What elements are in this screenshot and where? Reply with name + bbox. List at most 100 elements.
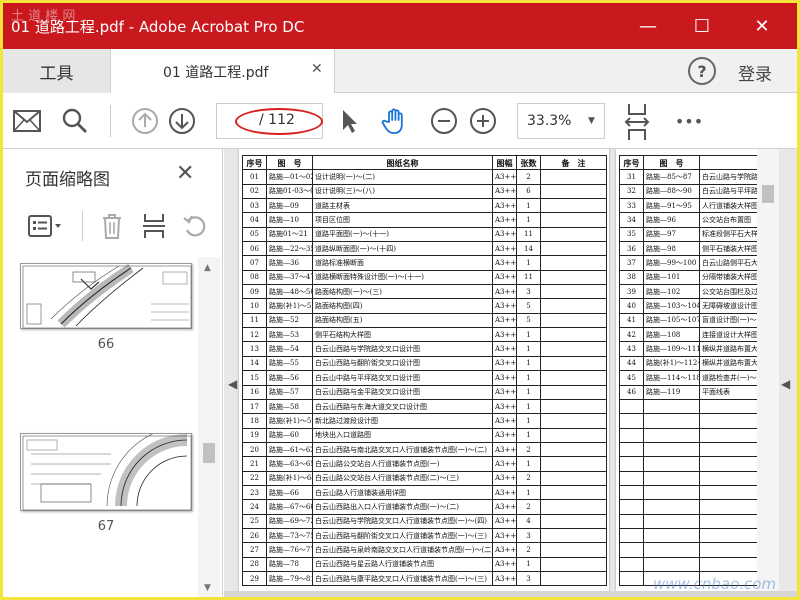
table-cell: 路施—97 [643, 226, 700, 243]
table-cell: 路面结构图(四) [312, 298, 493, 314]
zoom-out-icon[interactable] [428, 105, 460, 137]
table-cell: 路面结构图(五) [312, 312, 493, 329]
scrollbar-thumb[interactable] [203, 443, 215, 463]
site-watermark: www.cnbao.com [653, 575, 777, 593]
table-cell: 3 [516, 527, 541, 544]
maximize-button[interactable]: ☐ [675, 3, 729, 49]
table-cell: 路施—98 [643, 241, 700, 257]
table-cell [619, 441, 644, 458]
help-icon[interactable]: ? [688, 57, 716, 85]
table-row: 07 路施—36 道路标准横断面 A3++ 1 [242, 255, 607, 271]
table-cell [619, 456, 644, 472]
thumbnail-options-icon[interactable] [25, 211, 67, 241]
table-cell: 1 [516, 427, 541, 443]
table-cell [540, 456, 607, 472]
table-row: 40路施—103～104无障碍坡道设计图(一) [619, 298, 757, 314]
table-cell: 路施—102 [643, 284, 700, 300]
table-cell: 1 [516, 355, 541, 372]
table-cell [619, 499, 644, 515]
table-row: 28 路施—78 白云山西路与星云路人行道铺装节点图 A3++ 1 [242, 556, 607, 572]
table-cell: 28 [242, 556, 267, 572]
page-thumbnail[interactable] [20, 425, 192, 511]
more-tools-button[interactable]: ••• [673, 105, 705, 137]
document-scrollbar[interactable] [757, 149, 779, 597]
table-cell: 白云山西路与学院路交叉口设计图 [312, 341, 493, 357]
close-window-button[interactable]: ✕ [735, 3, 789, 49]
table-row: 27 路施—76～77 白云山西路与泉岭南路交叉口人行道铺装节点图(一)～(二) A3… [242, 542, 607, 558]
col-header: 图纸名称 [312, 154, 493, 171]
delete-page-icon[interactable] [95, 211, 129, 241]
col-header: 图幅 [492, 154, 517, 171]
table-row: 38 路施—101 分隔带铺装大样图 [619, 269, 757, 286]
table-cell [540, 298, 607, 314]
col-header: 序号 [242, 154, 267, 171]
table-cell: 路施—61～62 [266, 441, 313, 458]
table-row: 31路施—85～87白云山路与学院路交叉 [619, 169, 757, 185]
table-row: 39路施—102公交站台围栏及过渡段 [619, 284, 757, 300]
table-row [619, 441, 757, 458]
thumbnail-list: 66 67 [3, 257, 197, 597]
title-bar: 土 道 楼 网 01 道路工程.pdf - Adobe Acrobat Pro … [3, 3, 797, 49]
table-cell: 白云山路公交站台人行道铺装节点图(一) [312, 456, 493, 472]
tab-close-icon[interactable]: ✕ [311, 61, 323, 77]
tab-document[interactable]: 01 道路工程.pdf ✕ [111, 49, 335, 94]
scrollbar-thumb[interactable] [762, 185, 774, 203]
rotate-page-icon[interactable] [178, 211, 212, 241]
prev-page-icon[interactable] [129, 105, 161, 137]
zoom-select[interactable]: 33.3% ▼ [517, 103, 605, 139]
toolbar-separator [110, 105, 111, 137]
scroll-up-icon[interactable]: ▲ [204, 263, 211, 273]
panel-close-icon[interactable]: ✕ [176, 161, 194, 186]
scroll-down-icon[interactable]: ▼ [204, 583, 211, 593]
table-row: 08 路施—37～47 道路横断面特殊设计图(一)～(十一) A3++ 11 [242, 269, 607, 286]
table-cell: A3++ [492, 513, 517, 529]
table-row [619, 542, 757, 558]
table-row: 25 路施—69～72 白云山西路与学院路交叉口人行道铺装节点图(一)～(四) A3+… [242, 513, 607, 529]
select-cursor-icon[interactable] [333, 105, 365, 137]
table-cell [643, 542, 700, 558]
table-cell: 43 [619, 341, 644, 357]
main-toolbar: / 112 33.3% ▼ ••• [3, 93, 797, 149]
tab-tools[interactable]: 工具 [3, 49, 111, 93]
table-cell: A3++ [492, 413, 517, 429]
table-cell [619, 413, 644, 429]
table-cell: 路施—37～47 [266, 269, 313, 286]
table-cell [540, 312, 607, 329]
zoom-in-icon[interactable] [467, 105, 499, 137]
table-cell: 14 [516, 241, 541, 257]
table-row: 21 路施—63～65 白云山路公交站台人行道铺装节点图(一) A3++ 1 [242, 456, 607, 472]
table-cell: 1 [516, 255, 541, 271]
table-cell: 19 [242, 427, 267, 443]
document-view[interactable]: ◀ ◀ 序号 图 号 图纸名称 图幅 张数 备 注 01 路施—01～02 设计… [224, 149, 797, 597]
extract-page-icon[interactable] [137, 211, 171, 241]
fit-page-icon[interactable] [621, 101, 653, 143]
expand-right-panel-icon[interactable]: ◀ [781, 377, 790, 391]
collapse-left-panel-icon[interactable]: ◀ [228, 377, 237, 391]
table-cell: 33 [619, 198, 644, 214]
minimize-button[interactable]: — [621, 3, 675, 49]
table-cell: 路施—22～35 [266, 241, 313, 257]
table-cell: 11 [516, 269, 541, 286]
table-cell: 路施—101 [643, 269, 700, 286]
table-cell: 路施—109～111 [643, 341, 700, 357]
table-header-row: 序号 图 号 [619, 154, 757, 171]
login-button[interactable]: 登录 [738, 60, 772, 85]
hand-tool-icon[interactable] [379, 105, 411, 137]
page-thumbnail[interactable] [20, 263, 192, 329]
table-cell: 路施—55 [266, 355, 313, 372]
table-header-row: 序号 图 号 图纸名称 图幅 张数 备 注 [242, 154, 607, 171]
table-cell: 路施—88～90 [643, 183, 700, 200]
table-cell: 路施—85～87 [643, 169, 700, 185]
table-cell: 18 [242, 413, 267, 429]
table-cell: 路施—105～107 [643, 312, 700, 329]
thumbnail-page-number: 66 [97, 337, 115, 352]
app-window: 土 道 楼 网 01 道路工程.pdf - Adobe Acrobat Pro … [0, 0, 800, 600]
mail-icon[interactable] [11, 105, 43, 137]
table-cell: 1 [516, 341, 541, 357]
thumbnail-scrollbar[interactable]: ▲ ▼ [198, 257, 220, 597]
search-icon[interactable] [59, 105, 91, 137]
table-cell: 08 [242, 269, 267, 286]
next-page-icon[interactable] [166, 105, 198, 137]
table-cell: 路施—69～72 [266, 513, 313, 529]
col-header: 序号 [619, 154, 644, 171]
